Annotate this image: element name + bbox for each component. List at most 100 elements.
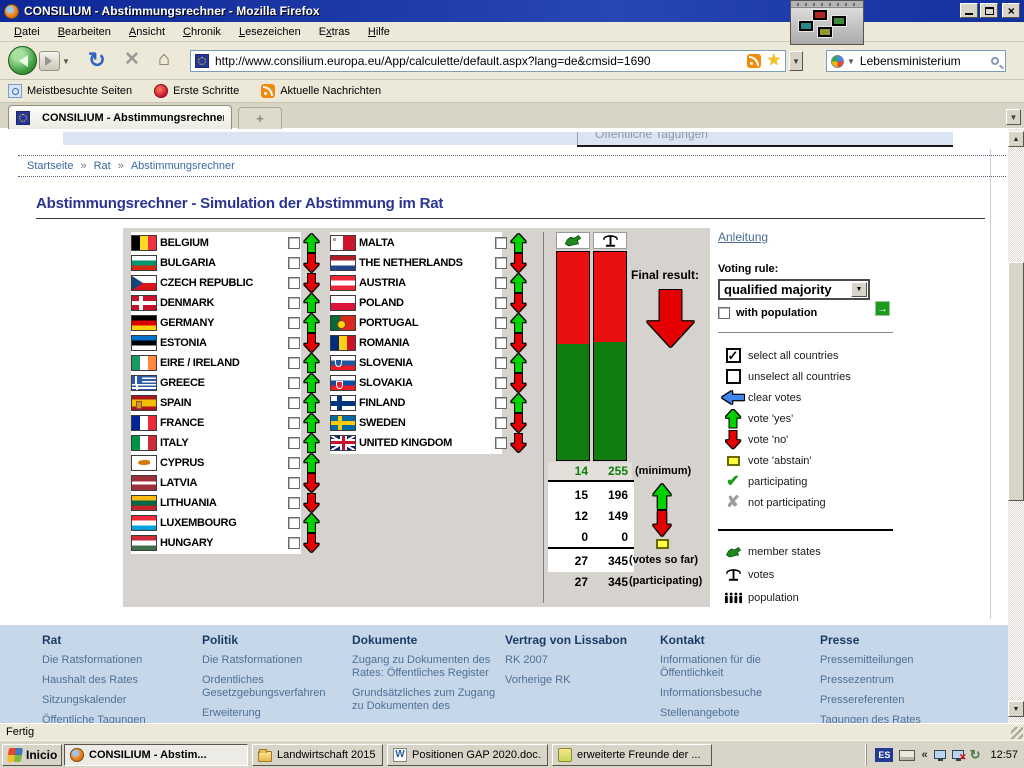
pager-grip-icon[interactable]	[791, 1, 863, 8]
country-select-checkbox[interactable]	[288, 397, 300, 409]
task-button-4[interactable]: erweiterte Freunde der ...	[552, 744, 712, 766]
search-engine-icon[interactable]	[831, 55, 844, 68]
home-button[interactable]: ⌂	[158, 48, 170, 71]
country-select-checkbox[interactable]	[288, 357, 300, 369]
bookmark-item[interactable]: Meistbesuchte Seiten	[8, 84, 132, 98]
footer-link[interactable]: Die Ratsformationen	[202, 654, 342, 667]
keyboard-icon[interactable]	[899, 750, 915, 761]
stop-button[interactable]: ✕	[124, 48, 140, 71]
country-select-checkbox[interactable]	[495, 317, 507, 329]
history-dropdown-icon[interactable]: ▼	[62, 57, 70, 66]
country-select-checkbox[interactable]	[288, 377, 300, 389]
bookmark-star-icon[interactable]: ★	[767, 54, 781, 68]
country-select-checkbox[interactable]	[288, 317, 300, 329]
footer-link[interactable]: Pressezentrum	[820, 674, 990, 687]
url-bar[interactable]: http://www.consilium.europa.eu/App/calcu…	[190, 50, 786, 72]
network-icon[interactable]	[934, 750, 946, 759]
network-disconnected-icon[interactable]	[952, 750, 964, 759]
country-select-checkbox[interactable]	[495, 277, 507, 289]
legend-item-arrow-left-blue[interactable]: clear votes	[718, 387, 900, 408]
bookmark-item[interactable]: Erste Schritte	[154, 84, 239, 98]
minimize-button[interactable]	[960, 3, 978, 18]
country-select-checkbox[interactable]	[495, 337, 507, 349]
tab-consilium[interactable]: CONSILIUM - Abstimmungsrechner	[8, 105, 232, 129]
country-select-checkbox[interactable]	[288, 337, 300, 349]
footer-link[interactable]: Grundsätzliches zum Zugang zu Dokumenten…	[352, 687, 497, 713]
with-population-checkbox[interactable]	[718, 307, 730, 319]
pager-cell-green[interactable]	[832, 16, 846, 26]
country-select-checkbox[interactable]	[288, 437, 300, 449]
task-button-1[interactable]: CONSILIUM - Abstim...	[64, 744, 248, 766]
country-select-checkbox[interactable]	[288, 297, 300, 309]
legend-item-checkbox-checked[interactable]: ✓select all countries	[718, 345, 900, 366]
pager-cell-olive[interactable]	[818, 27, 832, 37]
breadcrumb-link-rat[interactable]: Rat	[94, 160, 111, 172]
resize-grip-icon[interactable]	[1011, 727, 1023, 739]
country-select-checkbox[interactable]	[288, 277, 300, 289]
menu-ansicht[interactable]: Ansicht	[121, 24, 173, 40]
country-select-checkbox[interactable]	[495, 297, 507, 309]
country-select-checkbox[interactable]	[495, 377, 507, 389]
task-button-3[interactable]: WPositionen GAP 2020.doc...	[387, 744, 548, 766]
country-select-checkbox[interactable]	[495, 417, 507, 429]
footer-link[interactable]: Vorherige RK	[505, 674, 655, 687]
menu-extras[interactable]: Extras	[311, 24, 358, 40]
country-select-checkbox[interactable]	[495, 357, 507, 369]
country-select-checkbox[interactable]	[288, 257, 300, 269]
restore-button[interactable]	[980, 3, 998, 18]
country-select-checkbox[interactable]	[288, 477, 300, 489]
pager-cell-red[interactable]	[813, 10, 827, 20]
footer-link[interactable]: Die Ratsformationen	[42, 654, 192, 667]
legend-item-checkbox-empty[interactable]: unselect all countries	[718, 366, 900, 387]
menu-lesezeichen[interactable]: Lesezeichen	[231, 24, 309, 40]
menu-chronik[interactable]: Chronik	[175, 24, 229, 40]
footer-link[interactable]: Informationen für die Öffentlichkeit	[660, 654, 810, 680]
country-select-checkbox[interactable]	[288, 417, 300, 429]
menu-datei[interactable]: Datei	[6, 24, 48, 40]
scrollbar-thumb[interactable]	[1008, 262, 1024, 501]
voting-rule-select[interactable]: qualified majority ▼	[718, 279, 870, 300]
pager-cell-teal[interactable]	[799, 21, 813, 31]
start-button[interactable]: Inicio	[2, 744, 62, 766]
search-box[interactable]: ▼ Lebensministerium	[826, 50, 1006, 72]
country-select-checkbox[interactable]	[288, 537, 300, 549]
forward-button[interactable]	[39, 51, 60, 71]
country-select-checkbox[interactable]	[288, 517, 300, 529]
country-select-checkbox[interactable]	[495, 397, 507, 409]
task-button-2[interactable]: Landwirtschaft 2015	[252, 744, 383, 766]
country-select-checkbox[interactable]	[288, 237, 300, 249]
url-text[interactable]: http://www.consilium.europa.eu/App/calcu…	[215, 54, 747, 68]
scroll-up-button[interactable]: ▲	[1008, 131, 1024, 147]
new-tab-stub[interactable]: +	[238, 107, 282, 129]
search-input[interactable]: Lebensministerium	[860, 54, 991, 68]
rss-feed-icon[interactable]	[747, 54, 761, 68]
country-select-checkbox[interactable]	[288, 497, 300, 509]
window-titlebar[interactable]: CONSILIUM - Abstimmungsrechner - Mozilla…	[0, 0, 1024, 22]
footer-link[interactable]: Pressereferenten	[820, 694, 990, 707]
scroll-down-button[interactable]: ▼	[1008, 701, 1024, 717]
footer-link[interactable]: Tagungen des Rates	[820, 714, 990, 723]
close-button[interactable]: ×	[1002, 3, 1020, 18]
menu-hilfe[interactable]: Hilfe	[360, 24, 398, 40]
country-select-checkbox[interactable]	[288, 457, 300, 469]
vertical-scrollbar[interactable]: ▲ ▼	[1008, 129, 1024, 723]
country-select-checkbox[interactable]	[495, 257, 507, 269]
footer-link[interactable]: Sitzungskalender	[42, 694, 192, 707]
collapse-tray-icon[interactable]: «	[921, 749, 927, 761]
search-go-icon[interactable]	[991, 57, 999, 65]
tab-list-dropdown[interactable]: ▼	[1006, 109, 1021, 125]
menu-bearbeiten[interactable]: Bearbeiten	[50, 24, 119, 40]
language-indicator[interactable]: ES	[875, 748, 893, 762]
footer-link[interactable]: RK 2007	[505, 654, 655, 667]
footer-link[interactable]: Ordentliches Gesetzgebungsverfahren	[202, 674, 342, 700]
footer-link[interactable]: Zugang zu Dokumenten des Rates: Öffentli…	[352, 654, 497, 680]
url-dropdown-button[interactable]: ▼	[789, 51, 803, 71]
country-select-checkbox[interactable]	[495, 237, 507, 249]
reload-button[interactable]: ↻	[88, 48, 106, 73]
footer-link[interactable]: Haushalt des Rates	[42, 674, 192, 687]
footer-link[interactable]: Stellenangebote	[660, 707, 810, 720]
back-button[interactable]	[8, 46, 37, 75]
breadcrumb-link-abstimmungsrechner[interactable]: Abstimmungsrechner	[131, 160, 235, 172]
search-engine-dropdown-icon[interactable]: ▼	[847, 57, 855, 66]
select-dropdown-icon[interactable]: ▼	[851, 282, 867, 297]
